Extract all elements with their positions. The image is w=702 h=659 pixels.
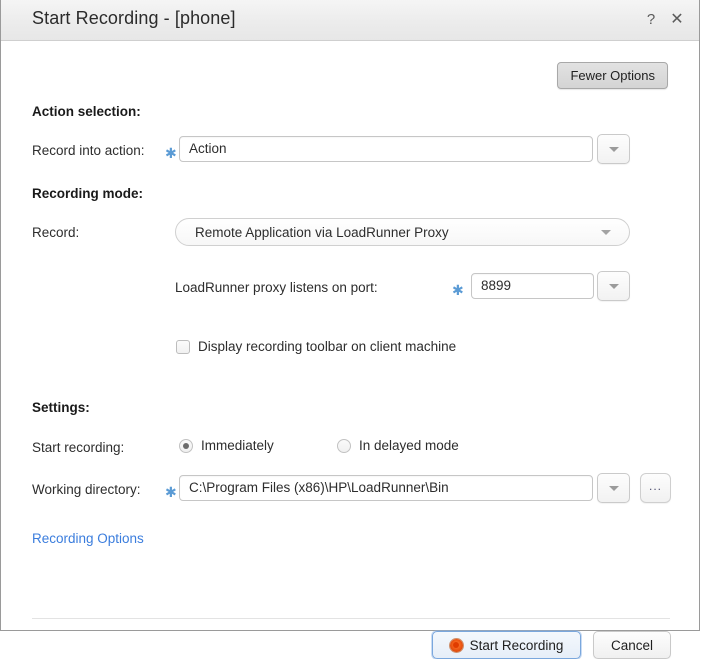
section-heading-settings: Settings: bbox=[32, 400, 90, 415]
record-dot-icon bbox=[449, 638, 463, 652]
section-heading-action-selection: Action selection: bbox=[32, 104, 141, 119]
checkbox-icon bbox=[176, 339, 190, 354]
record-label: Record: bbox=[32, 225, 80, 240]
working-directory-browse-button[interactable]: ... bbox=[640, 473, 671, 503]
working-directory-label: Working directory: bbox=[32, 482, 141, 497]
radio-in-delayed-mode-label: In delayed mode bbox=[359, 438, 459, 453]
proxy-port-dropdown-button[interactable] bbox=[597, 271, 630, 301]
help-icon[interactable]: ? bbox=[640, 9, 662, 31]
footer-separator bbox=[32, 618, 670, 619]
start-recording-button-label: Start Recording bbox=[469, 637, 564, 653]
close-icon[interactable]: ✕ bbox=[666, 9, 688, 31]
chevron-down-icon bbox=[601, 230, 611, 235]
record-into-action-input[interactable]: Action bbox=[179, 136, 593, 162]
record-into-action-label: Record into action: bbox=[32, 143, 145, 158]
recording-options-link[interactable]: Recording Options bbox=[32, 531, 144, 546]
record-into-action-dropdown-button[interactable] bbox=[597, 134, 630, 164]
fewer-options-button[interactable]: Fewer Options bbox=[557, 62, 668, 89]
chevron-down-icon bbox=[608, 147, 619, 152]
radio-unselected-icon bbox=[337, 438, 351, 453]
working-directory-input[interactable]: C:\Program Files (x86)\HP\LoadRunner\Bin bbox=[179, 475, 593, 501]
proxy-port-label: LoadRunner proxy listens on port: bbox=[175, 280, 378, 295]
proxy-port-input[interactable]: 8899 bbox=[471, 273, 594, 299]
record-mode-value: Remote Application via LoadRunner Proxy bbox=[195, 224, 449, 240]
working-directory-dropdown-button[interactable] bbox=[597, 473, 630, 503]
chevron-down-icon bbox=[608, 284, 619, 289]
radio-immediately[interactable]: Immediately bbox=[179, 438, 274, 453]
dialog-body: Fewer Options Action selection: Record i… bbox=[1, 41, 699, 659]
start-recording-button[interactable]: Start Recording bbox=[432, 631, 581, 659]
required-asterisk-proxy-port: ✱ bbox=[452, 282, 464, 298]
radio-in-delayed-mode[interactable]: In delayed mode bbox=[337, 438, 459, 453]
section-heading-recording-mode: Recording mode: bbox=[32, 186, 144, 201]
dialog-title: Start Recording - [phone] bbox=[32, 8, 236, 28]
cancel-button[interactable]: Cancel bbox=[593, 631, 671, 659]
required-asterisk-working-directory: ✱ bbox=[165, 484, 177, 500]
chevron-down-icon bbox=[608, 486, 619, 491]
display-recording-toolbar-label: Display recording toolbar on client mach… bbox=[198, 339, 457, 354]
record-mode-combobox[interactable]: Remote Application via LoadRunner Proxy bbox=[175, 218, 630, 246]
start-recording-label: Start recording: bbox=[32, 440, 125, 455]
required-asterisk-record-into-action: ✱ bbox=[165, 145, 177, 161]
radio-selected-icon bbox=[179, 438, 193, 453]
display-recording-toolbar-checkbox[interactable]: Display recording toolbar on client mach… bbox=[176, 339, 456, 354]
start-recording-dialog: Start Recording - [phone] ? ✕ Fewer Opti… bbox=[0, 0, 700, 659]
dialog-titlebar: Start Recording - [phone] ? ✕ bbox=[1, 0, 699, 41]
radio-immediately-label: Immediately bbox=[201, 438, 274, 453]
